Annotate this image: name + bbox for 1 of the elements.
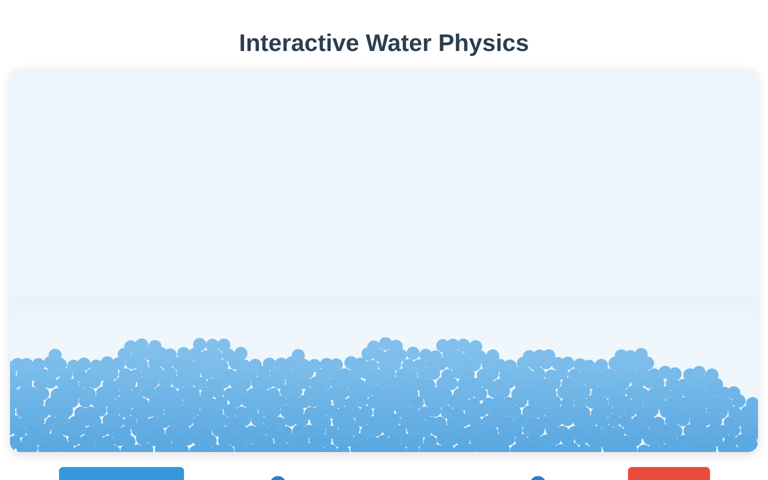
page-title: Interactive Water Physics (239, 29, 529, 59)
